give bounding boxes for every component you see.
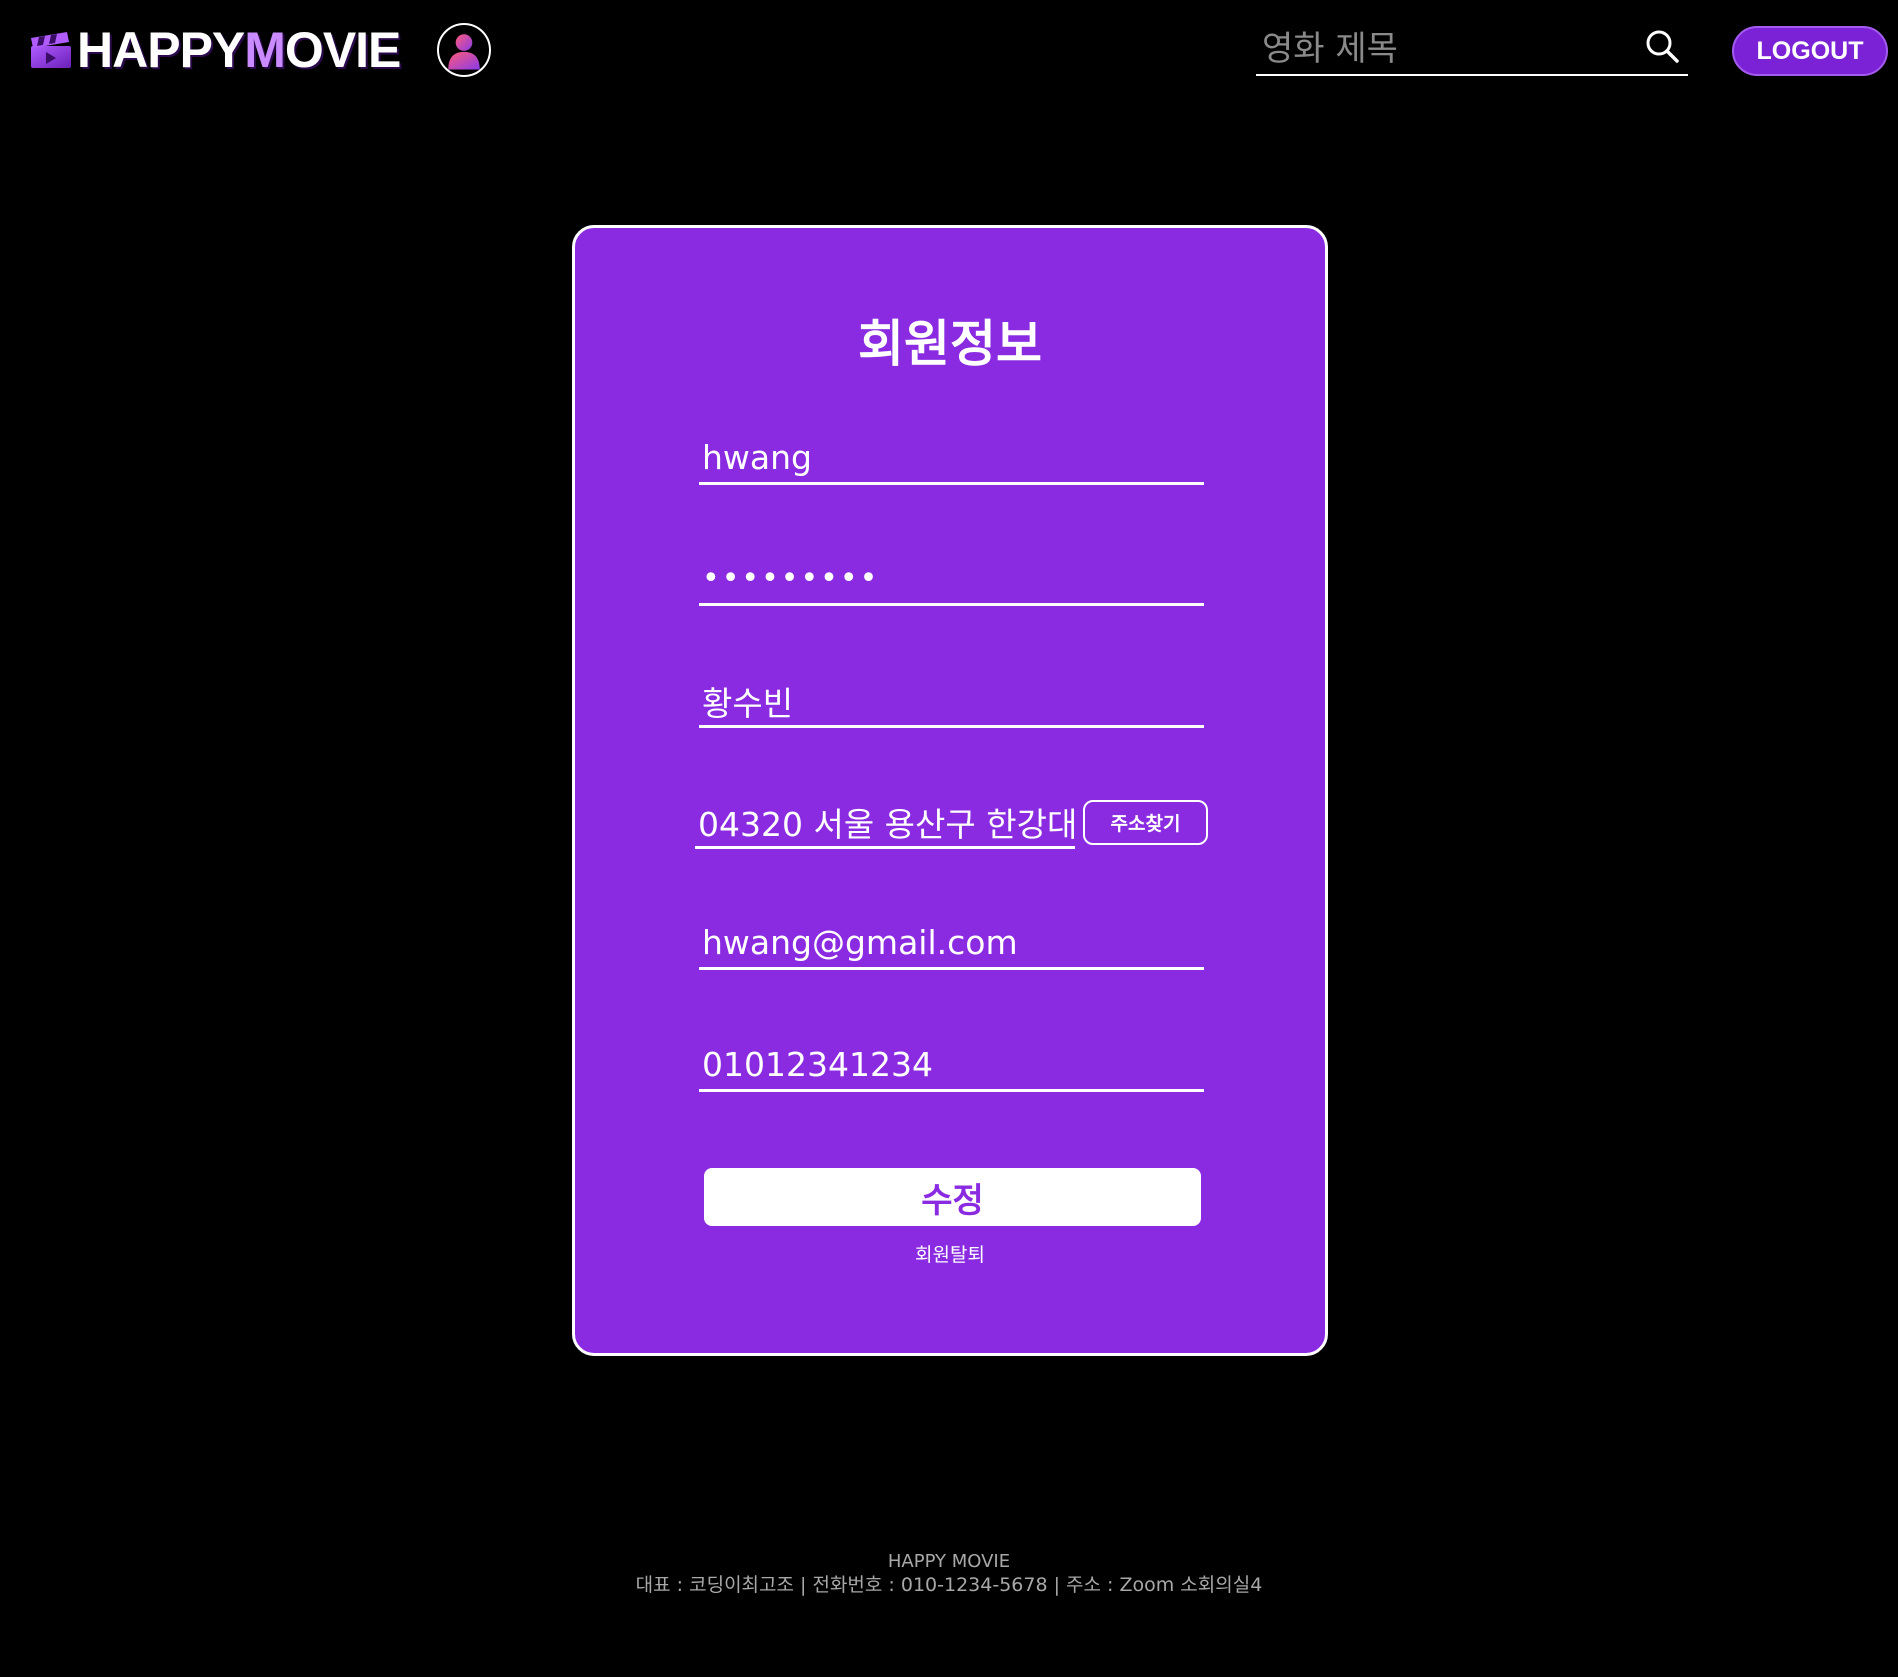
logout-button[interactable]: LOGOUT [1732, 26, 1888, 76]
password-field[interactable] [699, 554, 1204, 603]
clapperboard-icon [31, 32, 71, 68]
user-avatar-icon[interactable] [437, 23, 491, 77]
email-field-wrapper [699, 918, 1204, 970]
footer-brand: HAPPY MOVIE [887, 1551, 1011, 1572]
logo-text: HAPPYMOVIE [77, 22, 401, 78]
address-field-wrapper [695, 797, 1075, 849]
phone-field[interactable] [699, 1040, 1204, 1089]
phone-field-wrapper [699, 1040, 1204, 1092]
footer-info: 대표 : 코딩이최고조 | 전화번호 : 010-1234-5678 | 주소 … [635, 1574, 1263, 1596]
footer: HAPPY MOVIE 대표 : 코딩이최고조 | 전화번호 : 010-123… [0, 1551, 1898, 1597]
search-input[interactable] [1260, 26, 1634, 72]
address-field[interactable] [695, 797, 1075, 846]
page-title: 회원정보 [858, 315, 1042, 373]
logo-text-part3: OVIE [284, 22, 401, 78]
password-field-wrapper [699, 554, 1204, 606]
email-field[interactable] [699, 918, 1204, 967]
logo-text-part2: M [244, 22, 286, 78]
member-info-card: 회원정보 주소찾기 수정 회원탈퇴 [572, 225, 1328, 1356]
search-icon[interactable] [1644, 28, 1680, 64]
username-field-wrapper [699, 433, 1204, 485]
username-field[interactable] [699, 433, 1204, 482]
address-search-button[interactable]: 주소찾기 [1083, 800, 1208, 845]
search-bar [1256, 22, 1688, 76]
withdraw-link[interactable]: 회원탈퇴 [575, 1240, 1325, 1267]
name-field[interactable] [699, 676, 1204, 725]
logo[interactable]: HAPPYMOVIE [29, 22, 401, 78]
name-field-wrapper [699, 676, 1204, 728]
logo-text-part1: HAPPY [77, 22, 245, 78]
update-button[interactable]: 수정 [704, 1168, 1201, 1226]
avatar-graphic [448, 34, 480, 70]
